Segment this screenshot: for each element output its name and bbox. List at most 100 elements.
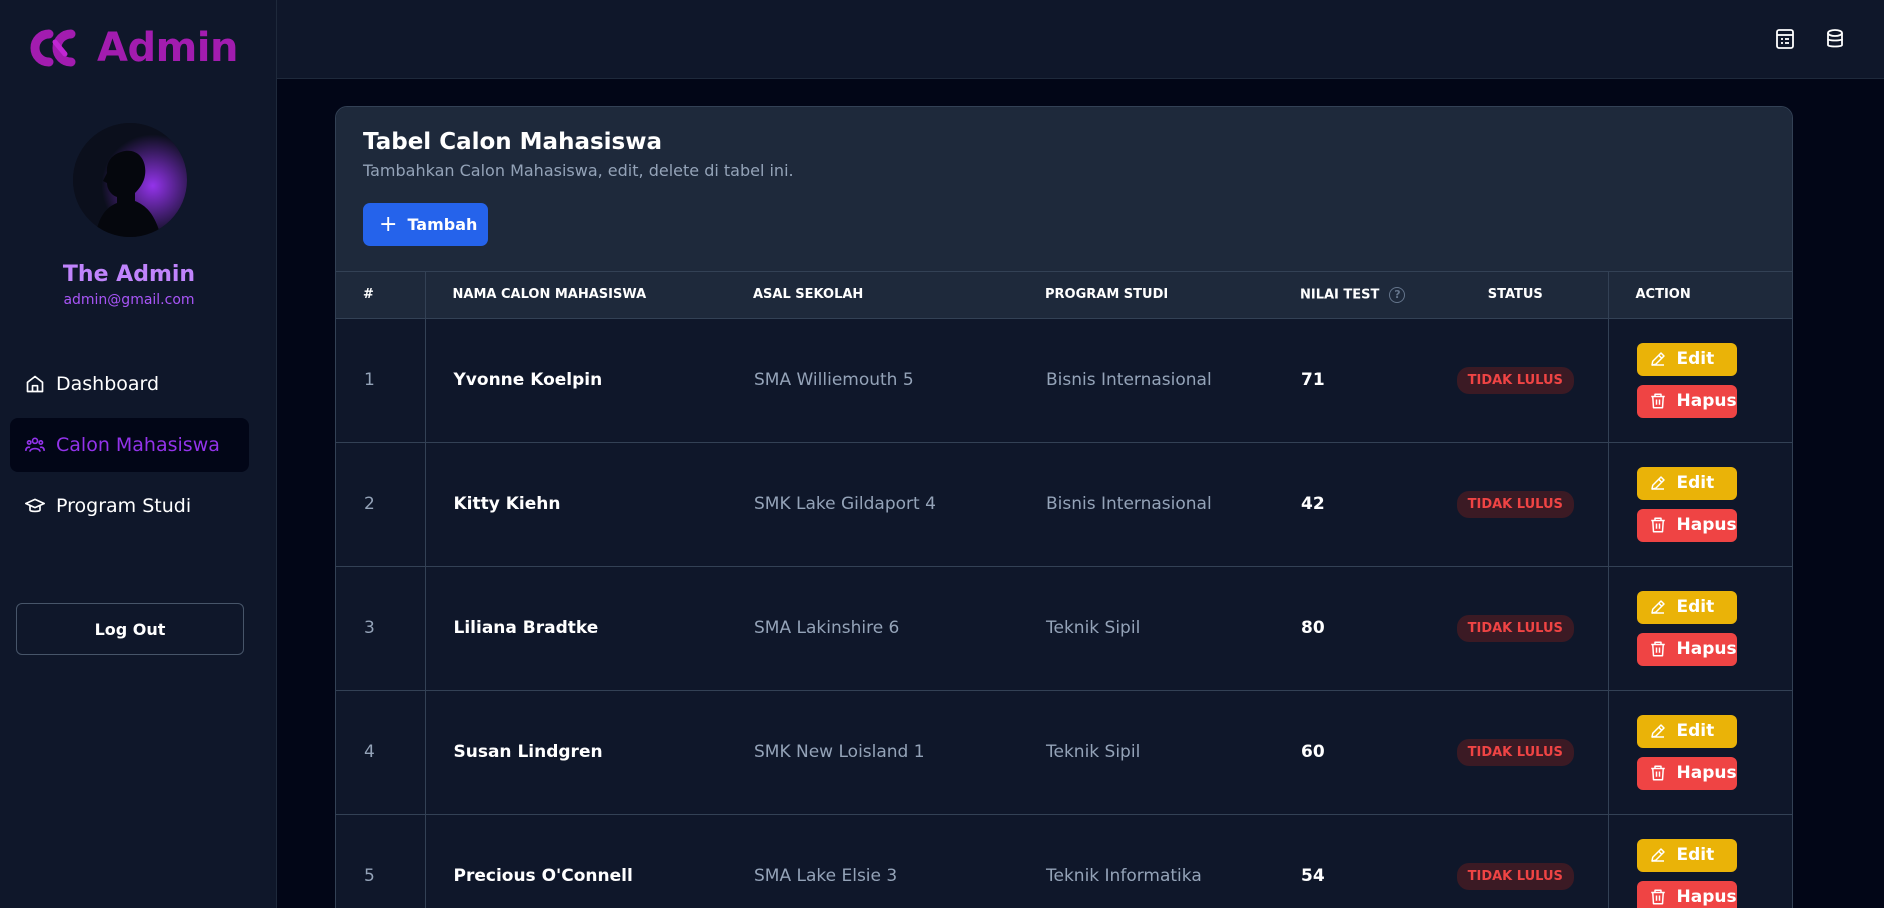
student-name: Susan Lindgren (425, 690, 726, 815)
school-name: SMA Lakinshire 6 (726, 566, 1018, 691)
trash-icon (1650, 393, 1665, 409)
sidebar-item-label: Program Studi (56, 495, 192, 517)
database-icon[interactable] (1823, 27, 1847, 51)
column-header-school: ASAL SEKOLAH (726, 272, 1018, 319)
trash-icon (1650, 641, 1665, 657)
delete-button-label: Hapus (1676, 639, 1737, 659)
sidebar-item-calon-mahasiswa[interactable]: Calon Mahasiswa (10, 418, 249, 472)
sidebar-item-label: Calon Mahasiswa (56, 434, 220, 456)
delete-button-label: Hapus (1676, 391, 1737, 411)
status-badge: TIDAK LULUS (1456, 490, 1574, 518)
users-icon (25, 437, 45, 452)
edit-button[interactable]: Edit (1636, 590, 1737, 624)
delete-button[interactable]: Hapus (1636, 880, 1737, 908)
plus-icon: + (379, 211, 398, 237)
edit-button-label: Edit (1676, 349, 1715, 369)
test-score: 54 (1273, 814, 1423, 908)
student-name: Kitty Kiehn (425, 442, 726, 567)
status-badge: TIDAK LULUS (1456, 738, 1574, 766)
row-number: 3 (336, 566, 426, 691)
status-cell: TIDAK LULUS (1423, 442, 1608, 567)
sidebar-item-program-studi[interactable]: Program Studi (10, 479, 249, 533)
delete-button[interactable]: Hapus (1636, 384, 1737, 418)
delete-button-label: Hapus (1676, 763, 1737, 783)
pencil-icon (1650, 600, 1665, 614)
app-logo[interactable]: Admin (25, 26, 238, 70)
student-name: Liliana Bradtke (425, 566, 726, 691)
student-name: Yvonne Koelpin (425, 318, 726, 443)
pencil-icon (1650, 352, 1665, 366)
graduation-cap-icon (25, 498, 45, 513)
row-number: 4 (336, 690, 426, 815)
trash-icon (1650, 765, 1665, 781)
edit-button[interactable]: Edit (1636, 466, 1737, 500)
test-score: 80 (1273, 566, 1423, 691)
pencil-icon (1650, 848, 1665, 862)
profile-email: admin@gmail.com (63, 292, 195, 308)
card-header: Tabel Calon Mahasiswa Tambahkan Calon Ma… (336, 107, 1792, 272)
trash-icon (1650, 517, 1665, 533)
status-badge: TIDAK LULUS (1456, 366, 1574, 394)
pencil-icon (1650, 724, 1665, 738)
test-score: 60 (1273, 690, 1423, 815)
trash-icon (1650, 889, 1665, 905)
status-badge: TIDAK LULUS (1456, 614, 1574, 642)
edit-button-label: Edit (1676, 473, 1715, 493)
logo-mark-icon (30, 29, 76, 67)
add-button-label: Tambah (407, 215, 478, 234)
sidebar-nav: Dashboard Calon Mahasiswa Program Studi (10, 357, 249, 540)
column-header-name: NAMA CALON MAHASISWA (425, 272, 726, 319)
row-number: 2 (336, 442, 426, 567)
delete-button[interactable]: Hapus (1636, 756, 1737, 790)
program-name: Teknik Sipil (1018, 566, 1273, 691)
sidebar-item-dashboard[interactable]: Dashboard (10, 357, 249, 411)
edit-button-label: Edit (1676, 721, 1715, 741)
table-header-row: # NAMA CALON MAHASISWA ASAL SEKOLAH PROG… (336, 272, 1792, 319)
user-silhouette-icon (73, 123, 187, 237)
sidebar: Admin The Admin admin@gmail.com Dashboar… (0, 0, 277, 908)
test-score: 71 (1273, 318, 1423, 443)
edit-button[interactable]: Edit (1636, 714, 1737, 748)
program-name: Teknik Sipil (1018, 690, 1273, 815)
delete-button[interactable]: Hapus (1636, 508, 1737, 542)
table-row: 2 Kitty Kiehn SMK Lake Gildaport 4 Bisnis I… (336, 442, 1792, 567)
row-number: 5 (336, 814, 426, 908)
school-name: SMA Lake Elsie 3 (726, 814, 1018, 908)
action-cell: Edit Hapus (1607, 566, 1792, 691)
help-icon[interactable]: ? (1389, 286, 1406, 303)
program-name: Teknik Informatika (1018, 814, 1273, 908)
column-header-action: ACTION (1607, 272, 1792, 319)
status-cell: TIDAK LULUS (1423, 566, 1608, 691)
home-icon (26, 375, 44, 393)
column-header-score-label: NILAI TEST (1300, 287, 1380, 303)
delete-button[interactable]: Hapus (1636, 632, 1737, 666)
school-name: SMK New Loisland 1 (726, 690, 1018, 815)
program-name: Bisnis Internasional (1018, 318, 1273, 443)
status-cell: TIDAK LULUS (1423, 814, 1608, 908)
school-name: SMA Williemouth 5 (726, 318, 1018, 443)
action-cell: Edit Hapus (1607, 690, 1792, 815)
delete-button-label: Hapus (1676, 515, 1737, 535)
program-name: Bisnis Internasional (1018, 442, 1273, 567)
row-number: 1 (336, 318, 426, 443)
column-header-score: NILAI TEST? (1273, 272, 1423, 319)
status-badge: TIDAK LULUS (1456, 862, 1574, 890)
topbar (277, 0, 1884, 79)
students-table: # NAMA CALON MAHASISWA ASAL SEKOLAH PROG… (336, 272, 1792, 908)
edit-button[interactable]: Edit (1636, 838, 1737, 872)
page-subtitle: Tambahkan Calon Mahasiswa, edit, delete … (363, 161, 794, 180)
add-student-button[interactable]: + Tambah (363, 203, 488, 246)
page-title: Tabel Calon Mahasiswa (363, 129, 662, 155)
students-card: Tabel Calon Mahasiswa Tambahkan Calon Ma… (335, 106, 1793, 908)
edit-button-label: Edit (1676, 597, 1715, 617)
action-cell: Edit Hapus (1607, 318, 1792, 443)
table-row: 5 Precious O'Connell SMA Lake Elsie 3 Tekni… (336, 814, 1792, 908)
table-row: 3 Liliana Bradtke SMA Lakinshire 6 Teknik S… (336, 566, 1792, 691)
edit-button[interactable]: Edit (1636, 342, 1737, 376)
pencil-icon (1650, 476, 1665, 490)
logout-button[interactable]: Log Out (16, 603, 244, 655)
column-header-number: # (336, 272, 426, 319)
action-cell: Edit Hapus (1607, 442, 1792, 567)
calendar-list-icon[interactable] (1773, 27, 1797, 51)
table-row: 1 Yvonne Koelpin SMA Williemouth 5 Bisnis I… (336, 318, 1792, 443)
